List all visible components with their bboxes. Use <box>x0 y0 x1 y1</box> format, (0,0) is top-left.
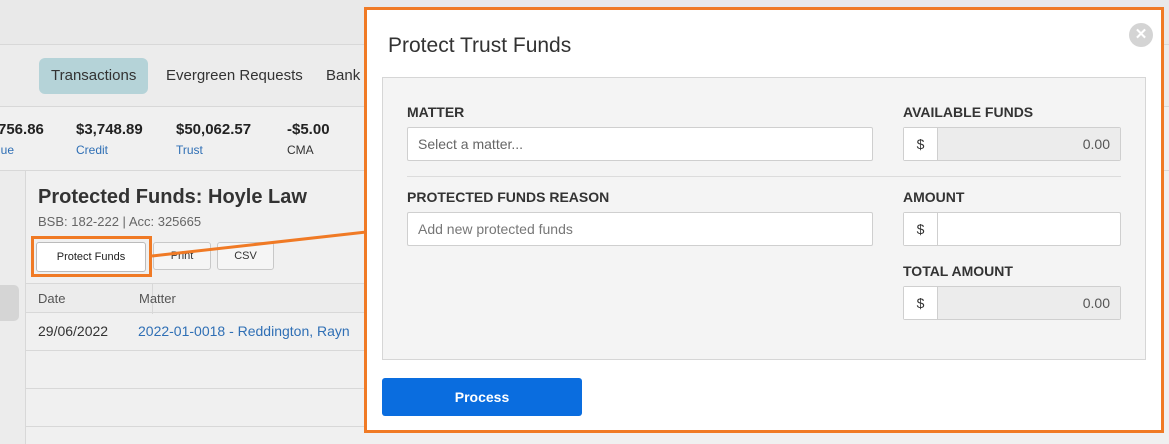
available-funds-value: 0.00 <box>938 128 1120 160</box>
stat-credit: $3,748.89 Credit <box>76 121 143 157</box>
available-funds-label: AVAILABLE FUNDS <box>903 104 1034 120</box>
matter-label: MATTER <box>407 104 465 120</box>
stat-amount: -$5.00 <box>287 121 330 138</box>
stat-value: 756.86 lue <box>0 121 44 157</box>
stat-amount: 756.86 <box>0 121 44 138</box>
currency-symbol: $ <box>904 287 938 319</box>
stat-label[interactable]: Credit <box>76 143 143 157</box>
stat-cma: -$5.00 CMA <box>287 121 330 157</box>
total-amount-field: $ 0.00 <box>903 286 1121 320</box>
currency-symbol: $ <box>904 213 938 245</box>
row-matter-link[interactable]: 2022-01-0018 - Reddington, Rayn <box>138 323 350 339</box>
total-amount-label: TOTAL AMOUNT <box>903 263 1013 279</box>
table-header: Date Matter <box>26 283 366 314</box>
tab-transactions[interactable]: Transactions <box>39 58 149 94</box>
page-title: Protected Funds: Hoyle Law <box>38 186 307 208</box>
table-row <box>26 351 366 389</box>
amount-label: AMOUNT <box>903 189 965 205</box>
amount-field[interactable]: $ <box>903 212 1121 246</box>
stat-label[interactable]: Trust <box>176 143 251 157</box>
column-header-date[interactable]: Date <box>38 291 65 306</box>
stat-amount: $3,748.89 <box>76 121 143 138</box>
divider <box>407 176 1121 177</box>
stat-label[interactable]: lue <box>0 143 44 157</box>
dialog-title: Protect Trust Funds <box>388 34 572 57</box>
highlight-box <box>31 236 152 277</box>
total-amount-value: 0.00 <box>938 287 1120 319</box>
sidebar-selected-item[interactable] <box>0 285 19 321</box>
print-button[interactable]: Print <box>153 242 211 270</box>
form-panel: MATTER Select a matter... AVAILABLE FUND… <box>382 77 1146 360</box>
matter-select[interactable]: Select a matter... <box>407 127 873 161</box>
tab-evergreen-requests[interactable]: Evergreen Requests <box>154 58 315 94</box>
reason-label: PROTECTED FUNDS REASON <box>407 189 610 205</box>
available-funds-field: $ 0.00 <box>903 127 1121 161</box>
amount-input[interactable] <box>938 213 1120 245</box>
csv-button[interactable]: CSV <box>217 242 274 270</box>
table-row <box>26 389 366 427</box>
table-row[interactable]: 29/06/2022 2022-01-0018 - Reddington, Ra… <box>26 313 366 351</box>
row-date: 29/06/2022 <box>38 323 109 339</box>
stat-label: CMA <box>287 143 314 157</box>
currency-symbol: $ <box>904 128 938 160</box>
account-details: BSB: 182-222 | Acc: 325665 <box>38 214 202 229</box>
close-icon[interactable]: ✕ <box>1129 23 1153 47</box>
reason-input[interactable]: Add new protected funds <box>407 212 873 246</box>
protect-trust-funds-dialog: Protect Trust Funds ✕ MATTER Select a ma… <box>364 7 1164 433</box>
process-button[interactable]: Process <box>382 378 582 416</box>
stat-trust: $50,062.57 Trust <box>176 121 251 157</box>
stat-amount: $50,062.57 <box>176 121 252 138</box>
column-header-matter[interactable]: Matter <box>139 291 176 306</box>
